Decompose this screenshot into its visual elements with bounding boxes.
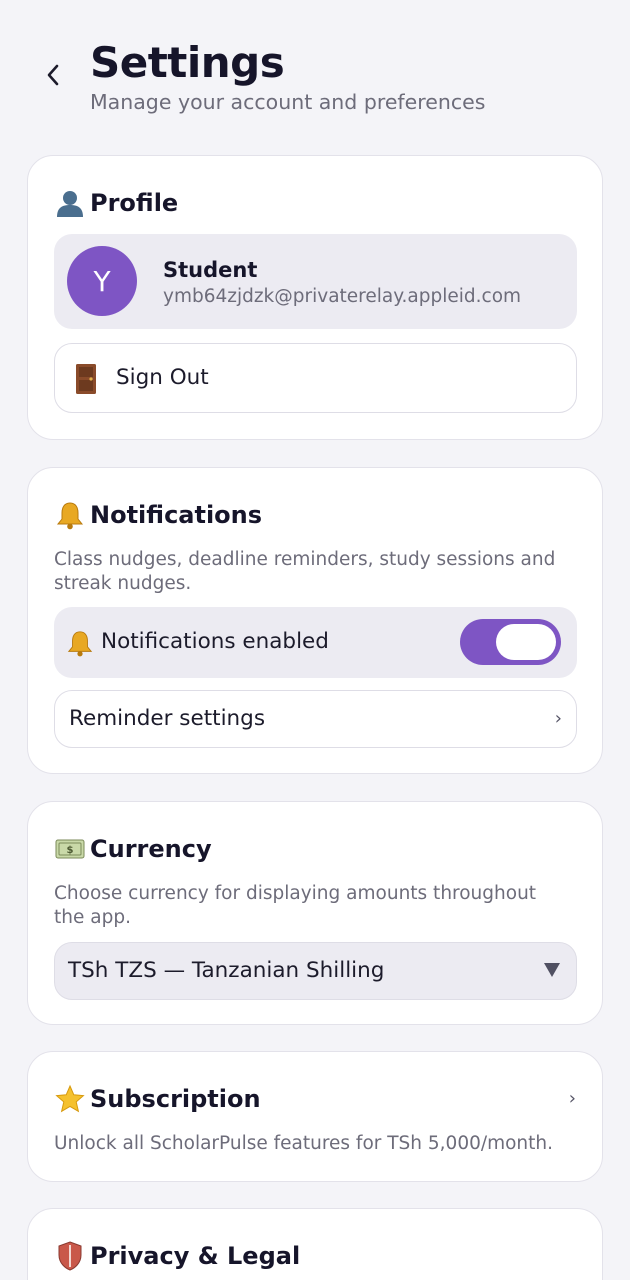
chevron-right-icon: › — [568, 1088, 576, 1109]
profile-section-label: Profile — [90, 189, 179, 217]
notifications-description: Class nudges, deadline reminders, study … — [54, 549, 556, 594]
profile-summary: Y Student ymb64zjdzk@privaterelay.applei… — [54, 234, 577, 329]
bell-icon — [54, 499, 86, 531]
notifications-toggle-row: Notifications enabled — [54, 607, 577, 678]
currency-selected-value: TSh TZS — Tanzanian Shilling — [68, 958, 385, 983]
door-icon — [75, 363, 97, 395]
currency-section-title: $ Currency — [54, 833, 212, 865]
toggle-knob — [496, 624, 556, 660]
notifications-toggle-label: Notifications enabled — [101, 629, 329, 654]
bell-icon — [66, 629, 96, 659]
profile-email: ymb64zjdzk@privaterelay.appleid.com — [163, 286, 522, 307]
page-subtitle: Manage your account and preferences — [90, 90, 486, 114]
privacy-section-title: Privacy & Legal — [54, 1240, 300, 1272]
shield-icon — [54, 1240, 86, 1272]
bust-in-silhouette-icon — [54, 187, 86, 219]
chevron-left-icon — [47, 64, 59, 86]
subscription-section-title: Subscription — [54, 1083, 261, 1115]
caret-down-icon — [542, 959, 562, 979]
page-title: Settings — [90, 38, 285, 87]
notifications-card: Notifications Class nudges, deadline rem… — [27, 467, 603, 774]
sign-out-button[interactable]: Sign Out — [54, 343, 577, 413]
settings-page: Settings Manage your account and prefere… — [0, 0, 630, 1280]
reminder-settings-button[interactable]: Reminder settings › — [54, 690, 577, 748]
avatar: Y — [67, 246, 137, 316]
privacy-section-label: Privacy & Legal — [90, 1242, 301, 1270]
reminder-settings-label: Reminder settings — [69, 706, 266, 731]
privacy-card[interactable]: Privacy & Legal — [27, 1208, 603, 1280]
svg-text:$: $ — [67, 845, 74, 856]
chevron-right-icon: › — [554, 708, 562, 729]
currency-description: Choose currency for displaying amounts t… — [54, 883, 537, 928]
sign-out-label: Sign Out — [116, 365, 209, 390]
notifications-section-title: Notifications — [54, 499, 262, 531]
profile-card: Profile Y Student ymb64zjdzk@privaterela… — [27, 155, 603, 440]
money-icon: $ — [54, 833, 86, 865]
subscription-section-label: Subscription — [90, 1085, 261, 1113]
subscription-card[interactable]: Subscription › Unlock all ScholarPulse f… — [27, 1051, 603, 1182]
currency-select[interactable]: TSh TZS — Tanzanian Shilling — [54, 942, 577, 1000]
star-icon — [54, 1083, 86, 1115]
subscription-description: Unlock all ScholarPulse features for TSh… — [54, 1133, 554, 1154]
currency-card: $ Currency Choose currency for displayin… — [27, 801, 603, 1025]
notifications-section-label: Notifications — [90, 501, 263, 529]
currency-section-label: Currency — [90, 835, 212, 863]
notifications-toggle[interactable] — [460, 619, 561, 665]
profile-name: Student — [163, 258, 258, 282]
profile-section-title: Profile — [54, 187, 178, 219]
back-button[interactable] — [36, 58, 70, 92]
